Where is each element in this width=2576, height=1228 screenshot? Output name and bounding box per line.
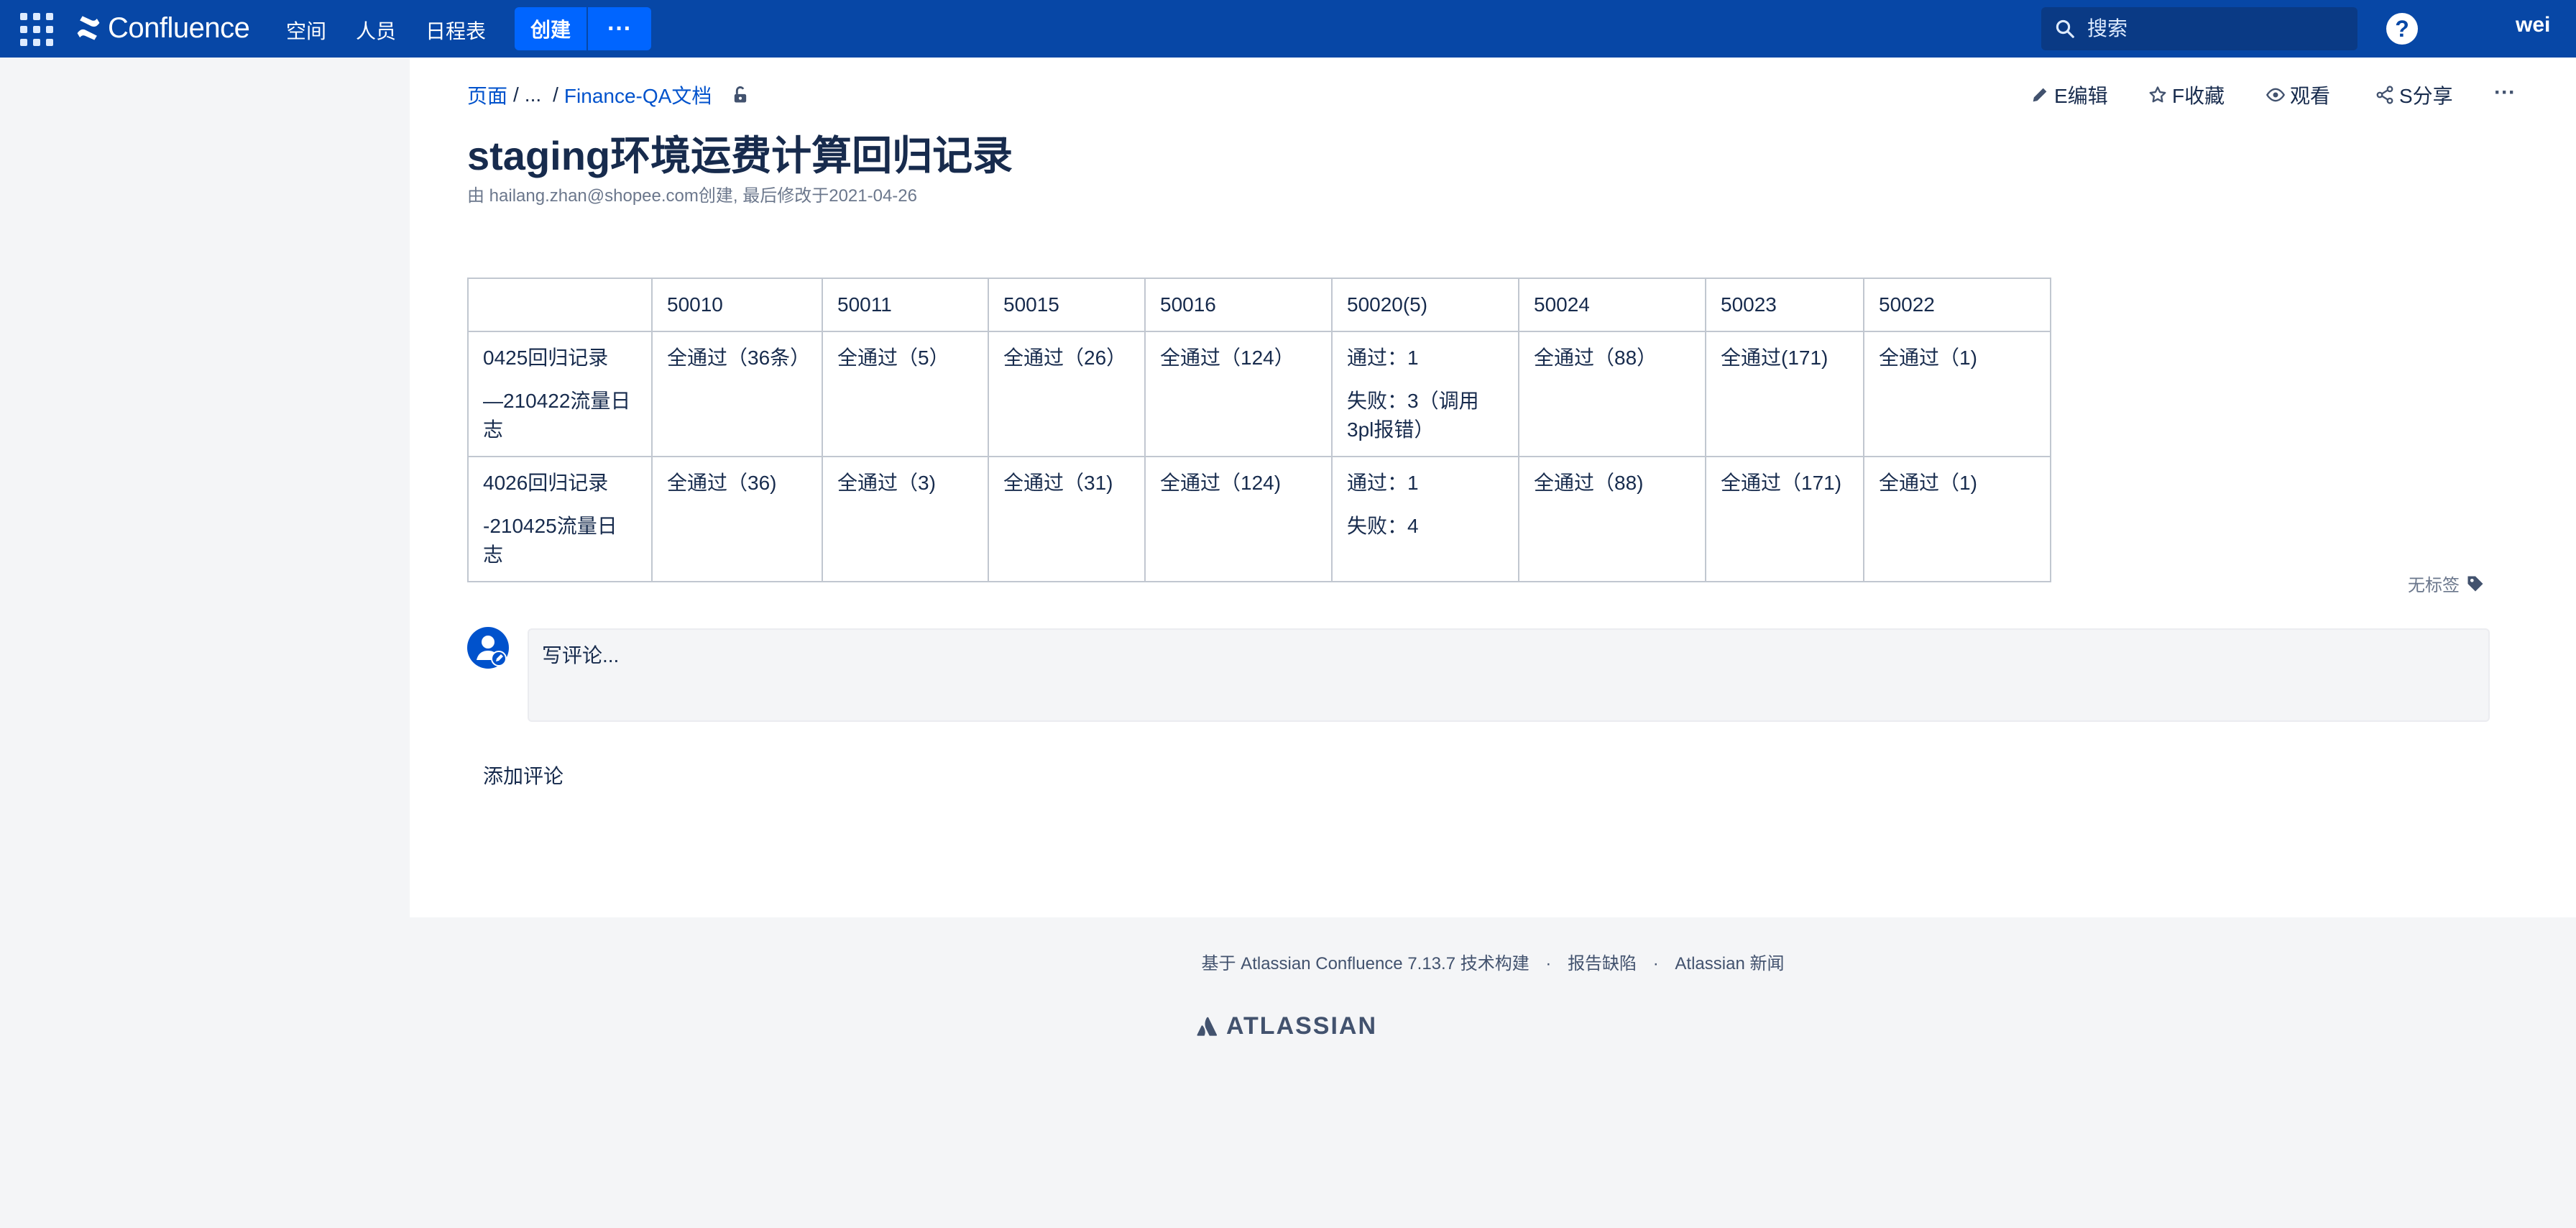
favorite-button[interactable]: F收藏 (2148, 81, 2225, 109)
row-label-detail: —210422流量日志 (483, 390, 631, 441)
edit-label: E编辑 (2054, 85, 2108, 107)
edit-button[interactable]: E编辑 (2030, 81, 2108, 109)
row-label: 4026回归记录 (483, 472, 609, 494)
nav-people[interactable]: 人员 (356, 16, 396, 45)
labels-section[interactable]: 无标签 (2408, 571, 2485, 596)
share-button[interactable]: S分享 (2375, 81, 2453, 109)
search-input[interactable] (2086, 17, 2347, 41)
add-comment-link[interactable]: 添加评论 (483, 761, 564, 789)
table-cell: 全通过（124） (1144, 331, 1333, 457)
page-title: staging环境运费计算回归记录 (467, 133, 1013, 178)
table-header-cell: 50015 (988, 278, 1146, 332)
table-cell: 全通过（5） (822, 331, 989, 457)
table-header-cell: 50024 (1518, 278, 1706, 332)
table-cell: 全通过(171) (1705, 331, 1864, 457)
brand-name: Confluence (108, 12, 250, 44)
table-cell: 全通过（3) (822, 456, 989, 582)
nav-spaces[interactable]: 空间 (286, 16, 326, 45)
breadcrumb-separator: / (553, 83, 558, 106)
share-icon (2376, 86, 2393, 104)
table-header-cell: 50016 (1144, 278, 1333, 332)
table-cell: 通过：1 失败：4 (1331, 456, 1519, 582)
user-avatar-icon (477, 636, 507, 666)
table-header-row: 50010 50011 50015 50016 50020(5) 50024 5… (467, 278, 2051, 332)
search-box[interactable] (2041, 7, 2358, 50)
table-cell: 全通过（26） (988, 331, 1146, 457)
share-label: S分享 (2399, 85, 2453, 107)
pass-count: 通过：1 (1347, 472, 1419, 494)
top-navigation-bar: Confluence 空间 人员 日程表 创建 ··· ? wei (0, 0, 2576, 58)
pencil-icon (2033, 88, 2047, 102)
footer-report-bug[interactable]: 报告缺陷 (1568, 954, 1637, 973)
create-button[interactable]: 创建 (515, 7, 586, 50)
fail-count: 失败：3（调用3pl报错） (1347, 390, 1479, 441)
table-row: 4026回归记录 -210425流量日志 全通过（36) 全通过（3) 全通过（… (467, 456, 2051, 582)
atlassian-wordmark: ATLASSIAN (1226, 1012, 1378, 1040)
footer-separator: · (1545, 954, 1552, 973)
breadcrumb-separator: / (513, 83, 519, 106)
main-content: 页面 / ... / Finance-QA文档 E编辑 F收藏 观看 S分享 ·… (410, 58, 2576, 917)
breadcrumb: 页面 / ... / Finance-QA文档 (467, 81, 750, 109)
pass-count: 通过：1 (1347, 347, 1419, 369)
table-header-cell: 50022 (1863, 278, 2051, 332)
breadcrumb-ellipsis[interactable]: ... (525, 83, 541, 106)
footer-news[interactable]: Atlassian 新闻 (1675, 954, 1784, 973)
table-header-cell: 50010 (651, 278, 823, 332)
breadcrumb-pages[interactable]: 页面 (467, 81, 507, 109)
table-cell: 全通过（36) (651, 456, 823, 582)
footer-built-with[interactable]: 基于 Atlassian Confluence 7.13.7 技术构建 (1202, 954, 1530, 973)
table-cell: 通过：1 失败：3（调用3pl报错） (1331, 331, 1519, 457)
table-cell: 全通过（124) (1144, 456, 1333, 582)
footer-separator: · (1652, 954, 1659, 973)
table-header-cell: 50011 (822, 278, 989, 332)
avatar (467, 627, 509, 669)
no-labels-text: 无标签 (2408, 576, 2460, 595)
star-icon (2149, 86, 2166, 103)
table-cell: 全通过（1) (1863, 331, 2051, 457)
user-menu[interactable]: wei (2516, 13, 2550, 37)
page-byline: 由 hailang.zhan@shopee.com创建, 最后修改于2021-0… (467, 186, 917, 206)
row-label-detail: -210425流量日志 (483, 515, 617, 566)
breadcrumb-parent[interactable]: Finance-QA文档 (564, 81, 712, 109)
table-cell: 全通过（88) (1518, 456, 1706, 582)
sidebar (0, 58, 410, 1228)
row-label: 0425回归记录 (483, 347, 609, 369)
table-header-cell: 50023 (1705, 278, 1864, 332)
watch-label: 观看 (2290, 85, 2331, 107)
comment-input[interactable] (528, 628, 2490, 722)
nav-calendars[interactable]: 日程表 (426, 16, 486, 45)
row-label-cell: 0425回归记录 —210422流量日志 (467, 331, 653, 457)
table-cell: 全通过（171) (1705, 456, 1864, 582)
table-cell: 全通过（36条） (651, 331, 823, 457)
table-cell: 全通过（88） (1518, 331, 1706, 457)
table-header-cell (467, 278, 653, 332)
eye-icon (2266, 88, 2286, 102)
more-actions-button[interactable]: ··· (2494, 81, 2516, 105)
favorite-label: F收藏 (2172, 85, 2225, 107)
confluence-logo-icon (77, 16, 100, 40)
table-row: 0425回归记录 —210422流量日志 全通过（36条） 全通过（5） 全通过… (467, 331, 2051, 457)
fail-count: 失败：4 (1347, 515, 1419, 537)
app-switcher-icon[interactable] (20, 13, 53, 46)
table-cell: 全通过（1) (1863, 456, 2051, 582)
watch-button[interactable]: 观看 (2266, 81, 2330, 109)
confluence-logo[interactable]: Confluence (75, 10, 250, 46)
regression-table: 50010 50011 50015 50016 50020(5) 50024 5… (467, 278, 2051, 582)
footer-links: 基于 Atlassian Confluence 7.13.7 技术构建 · 报告… (410, 949, 2576, 974)
atlassian-logo: ATLASSIAN (1196, 1012, 1377, 1040)
row-label-cell: 4026回归记录 -210425流量日志 (467, 456, 653, 582)
atlassian-logo-icon (1197, 1017, 1218, 1036)
search-icon (2056, 19, 2074, 38)
tag-icon (2467, 576, 2483, 591)
unlock-icon[interactable] (730, 85, 750, 105)
create-more-button[interactable]: ··· (588, 7, 651, 50)
help-icon[interactable]: ? (2386, 13, 2418, 45)
table-header-cell: 50020(5) (1331, 278, 1519, 332)
table-cell: 全通过（31) (988, 456, 1146, 582)
